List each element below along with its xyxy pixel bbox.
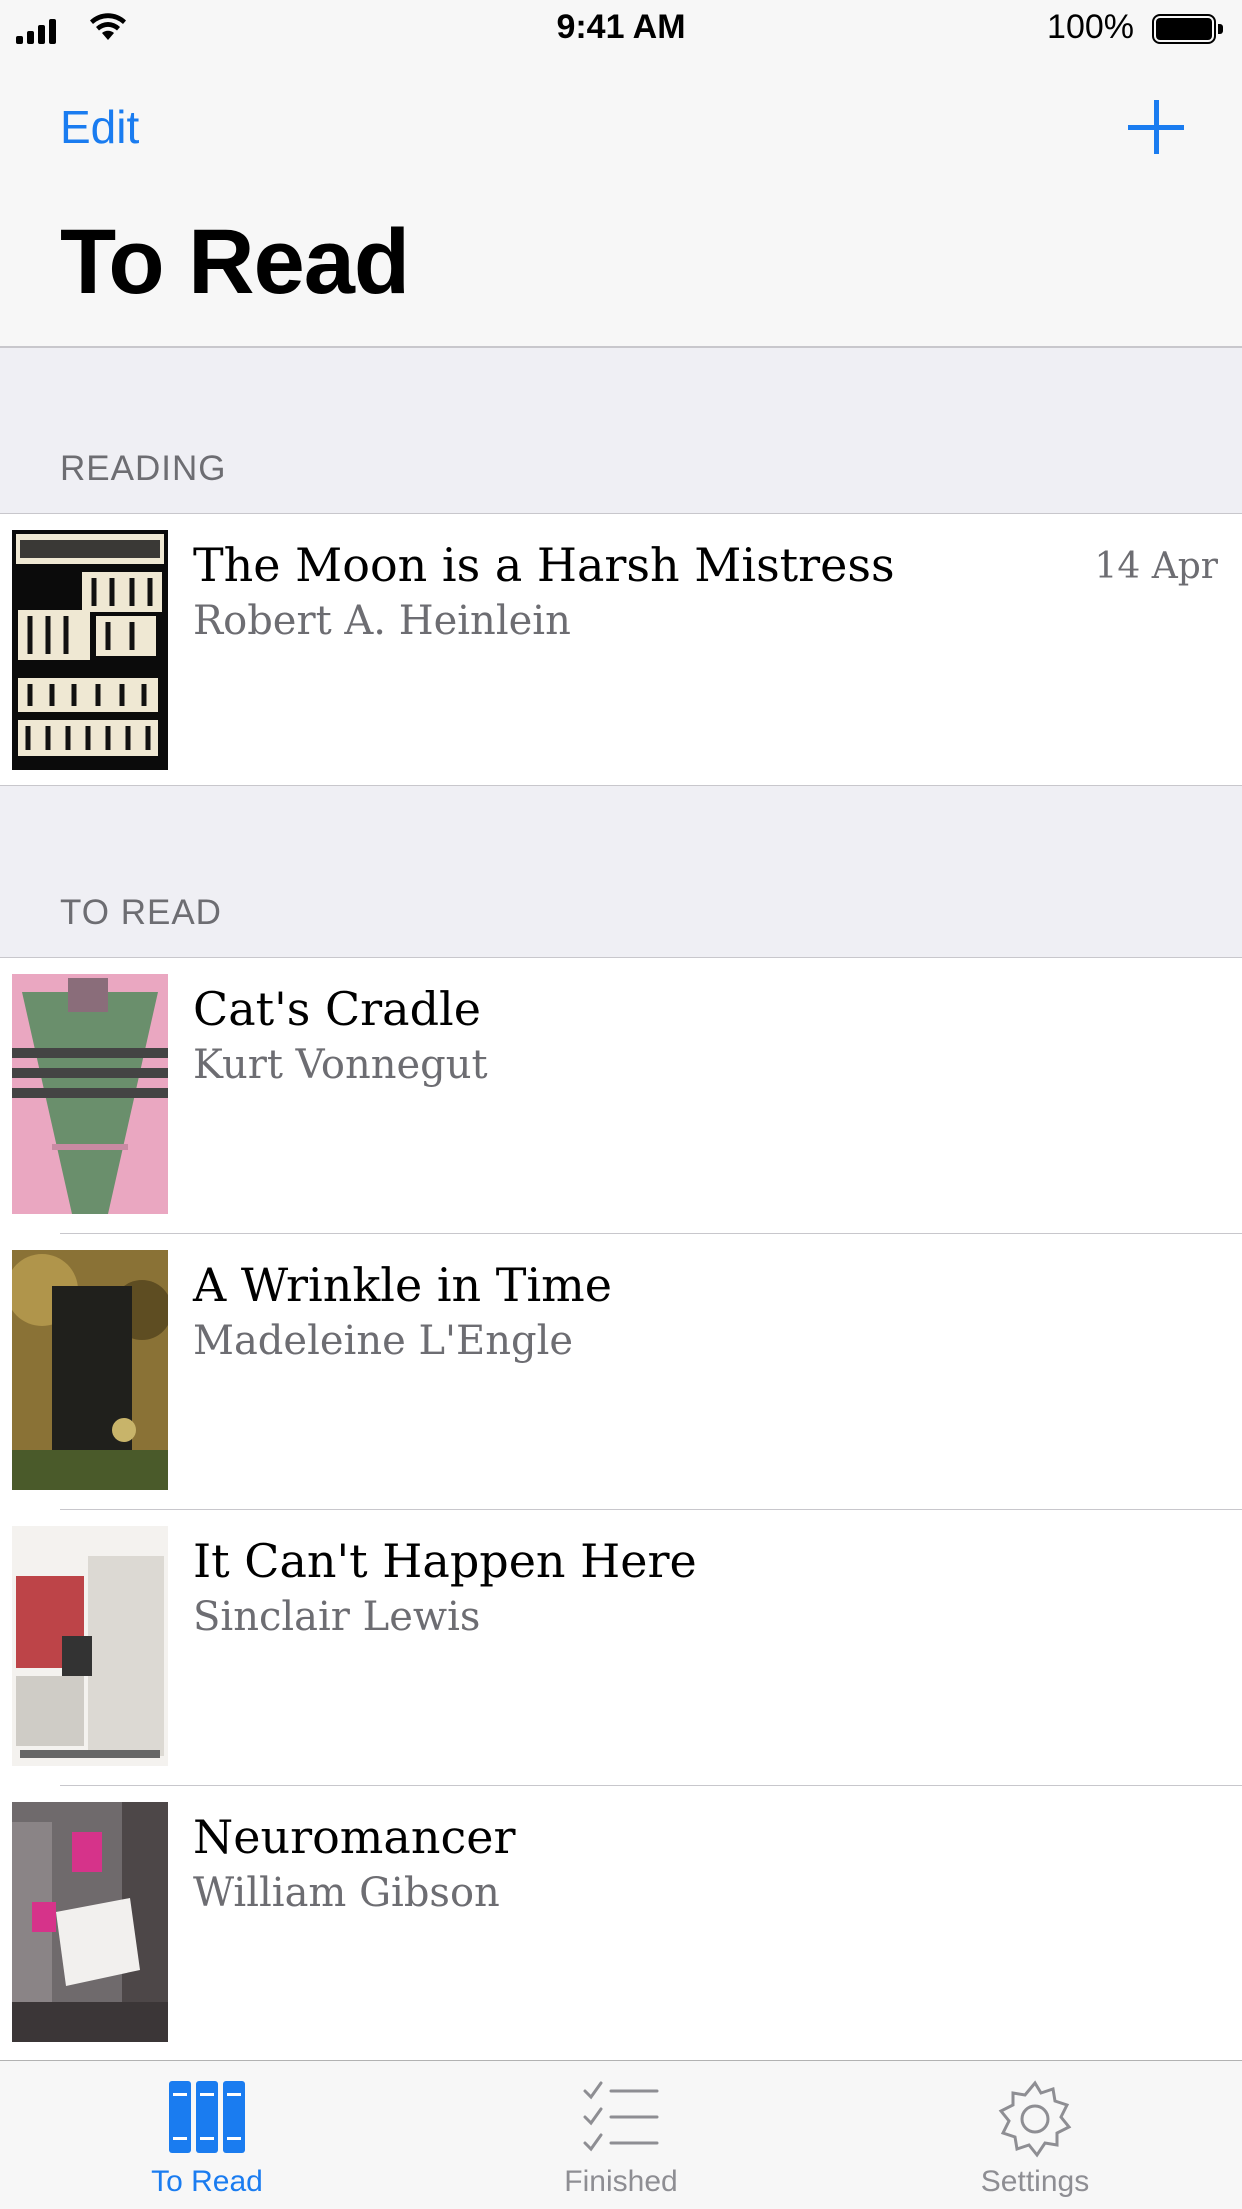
book-author: Robert A. Heinlein (193, 598, 571, 644)
book-author: Sinclair Lewis (193, 1594, 481, 1640)
tab-to-read[interactable]: To Read (0, 2061, 414, 2209)
book-cover-image (12, 1802, 168, 2042)
book-title: A Wrinkle in Time (193, 1258, 613, 1312)
status-bar: 9:41 AM 100% (0, 0, 1242, 60)
book-date: 14 Apr (1094, 546, 1218, 587)
tab-label: To Read (151, 2165, 263, 2198)
book-list[interactable]: READING The Moon is a Harsh Mistress Rob… (0, 348, 1242, 2060)
tab-label: Finished (564, 2165, 678, 2198)
book-title: It Can't Happen Here (193, 1534, 697, 1588)
section-header-label: TO READ (60, 893, 222, 932)
book-cover-image (12, 974, 168, 1214)
book-cover-image (12, 1250, 168, 1490)
tab-settings[interactable]: Settings (828, 2061, 1242, 2209)
book-title: Cat's Cradle (193, 982, 481, 1036)
list-item[interactable]: The Moon is a Harsh Mistress Robert A. H… (0, 514, 1242, 786)
book-author: Madeleine L'Engle (193, 1318, 574, 1364)
book-author: Kurt Vonnegut (193, 1042, 488, 1088)
gear-icon (998, 2080, 1072, 2158)
books-icon (169, 2081, 245, 2153)
list-item[interactable]: A Wrinkle in Time Madeleine L'Engle (0, 1234, 1242, 1510)
book-title: Neuromancer (193, 1810, 516, 1864)
list-item[interactable]: Cat's Cradle Kurt Vonnegut (0, 958, 1242, 1234)
battery-icon (1152, 14, 1224, 44)
page-title: To Read (60, 211, 410, 313)
edit-button[interactable]: Edit (60, 100, 139, 154)
book-title: The Moon is a Harsh Mistress (193, 538, 895, 592)
section-header-reading: READING (0, 348, 1242, 514)
book-author: William Gibson (193, 1870, 500, 1916)
plus-icon[interactable] (1126, 98, 1186, 158)
section-header-to-read: TO READ (0, 786, 1242, 958)
battery-percentage: 100% (1047, 8, 1134, 46)
section-header-label: READING (60, 449, 227, 488)
checklist-icon (583, 2081, 659, 2152)
tab-finished[interactable]: Finished (414, 2061, 828, 2209)
tab-label: Settings (980, 2165, 1090, 2198)
book-cover-image (12, 530, 168, 770)
tab-bar: To Read Finished Settings (0, 2060, 1242, 2208)
list-item[interactable]: It Can't Happen Here Sinclair Lewis (0, 1510, 1242, 1786)
navigation-bar: Edit To Read (0, 60, 1242, 348)
book-cover-image (12, 1526, 168, 1766)
list-item[interactable]: Neuromancer William Gibson (0, 1786, 1242, 2060)
